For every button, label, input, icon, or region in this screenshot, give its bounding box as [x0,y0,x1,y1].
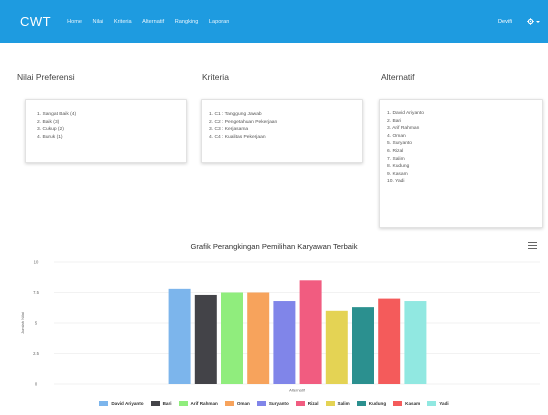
legend-item[interactable]: Yadi [427,401,449,406]
bar-oman [247,292,270,384]
legend-swatch [356,401,366,406]
legend-item[interactable]: Oman [224,401,250,406]
list-item: 2. Baik (3) [37,119,60,125]
list-item: 3. Cukup (2) [37,127,64,133]
list-item: 5. Suryanto [387,141,413,147]
chevron-down-icon [536,20,540,23]
legend-item[interactable]: Arif Rahman [178,401,218,406]
bar-kudung [352,307,374,384]
legend-swatch [256,401,266,406]
list-item: 10. Yadi [387,179,405,185]
nav-nilai[interactable]: Nilai [93,19,104,25]
list-item: 6. Rizal [387,148,404,154]
x-axis-label: Alternatif [289,388,306,393]
y-tick-label: 2.5 [33,351,39,356]
chart-menu-icon[interactable] [528,242,537,249]
list-item: 1. David Ariyanto [387,111,424,116]
brand-logo[interactable]: CWT [20,14,51,29]
alternatif-title: Alternatif [381,72,415,82]
legend-swatch [325,401,335,406]
list-item: 4. Buruk (1) [37,134,63,140]
bar-salim [325,310,348,384]
kriteria-panel: 1. C1 : Tanggung Jawab 2. C2 : Pengetahu… [201,99,363,163]
bar-suryanto [273,301,296,384]
nav-rangking[interactable]: Rangking [175,19,199,25]
list-item: 2. Bari [387,118,402,124]
navbar-right: Devifi [498,0,540,43]
bar-bari [194,294,217,384]
list-item: 3. C3 : Kerjasama [209,127,249,133]
list-item: 2. C2 : Pengetahuan Pekerjaan [209,119,278,125]
legend-label: Bari [162,401,172,406]
bar-kasam [378,298,401,384]
legend-label: David Ariyanto [111,401,144,406]
bar-rizal [299,280,322,384]
top-navbar: CWT Home Nilai Kriteria Alternatif Rangk… [0,0,548,43]
kriteria-title: Kriteria [202,72,229,82]
list-item: 4. Oman [387,133,406,139]
legend-label: Oman [236,401,250,406]
settings-dropdown[interactable] [527,18,540,25]
legend-swatch [178,401,188,406]
list-item: 1. Sangat Baik (4) [37,112,77,117]
preferensi-list: 1. Sangat Baik (4) 2. Baik (3) 3. Cukup … [26,100,186,141]
legend-item[interactable]: Kudung [356,401,387,406]
y-tick-label: 7.5 [33,290,39,295]
y-axis-label: Jumlah Nilai [20,312,25,334]
legend-swatch [224,401,234,406]
legend-item[interactable]: Suryanto [256,401,289,406]
list-item: 9. Kasam [387,171,408,177]
user-menu-link[interactable]: Devifi [498,19,512,25]
legend-swatch [427,401,437,406]
bar-chart: 0 2.5 5 7.5 10 Jumlah Nilai Alternatif [20,260,540,393]
legend-swatch [150,401,160,406]
nav-alternatif[interactable]: Alternatif [142,19,164,25]
chart-legend: David Ariyanto Bari Arif Rahman Oman Suryant… [0,401,548,406]
legend-label: Kudung [368,401,387,406]
gear-icon [527,18,534,25]
legend-item[interactable]: David Ariyanto [99,401,144,406]
legend-item[interactable]: Salim [325,401,350,406]
nav-laporan[interactable]: Laporan [209,19,230,25]
y-tick-label: 10 [34,260,39,265]
y-tick-label: 0 [35,382,38,387]
legend-label: Arif Rahman [190,401,218,406]
bar-david-ariyanto [168,288,191,384]
legend-item[interactable]: Bari [150,401,172,406]
preferensi-title: Nilai Preferensi [17,72,75,82]
nav-kriteria[interactable]: Kriteria [114,19,132,25]
y-tick-label: 5 [35,321,38,326]
preferensi-panel: 1. Sangat Baik (4) 2. Baik (3) 3. Cukup … [25,99,187,163]
legend-label: Yadi [439,401,449,406]
legend-label: Suryanto [268,401,289,406]
list-item: 1. C1 : Tanggung Jawab [209,112,262,117]
legend-swatch [295,401,305,406]
list-item: 7. Salim [387,156,405,162]
legend-swatch [99,401,109,406]
alternatif-list: 1. David Ariyanto 2. Bari 3. Arif Rahman… [380,100,542,186]
nav-home[interactable]: Home [67,19,82,25]
legend-item[interactable]: Kasam [393,401,420,406]
legend-swatch [393,401,403,406]
kriteria-list: 1. C1 : Tanggung Jawab 2. C2 : Pengetahu… [202,100,362,141]
list-item: 3. Arif Rahman [387,126,420,132]
list-item: 8. Kudung [387,164,410,170]
bar-arif-rahman [221,292,243,384]
legend-label: Salim [337,401,350,406]
legend-label: Rizal [307,401,319,406]
legend-item[interactable]: Rizal [295,401,319,406]
alternatif-panel: 1. David Ariyanto 2. Bari 3. Arif Rahman… [379,99,543,228]
legend-label: Kasam [405,401,421,406]
bar-yadi [404,301,427,384]
list-item: 4. C4 : Kualitas Pekerjaan [209,134,266,140]
